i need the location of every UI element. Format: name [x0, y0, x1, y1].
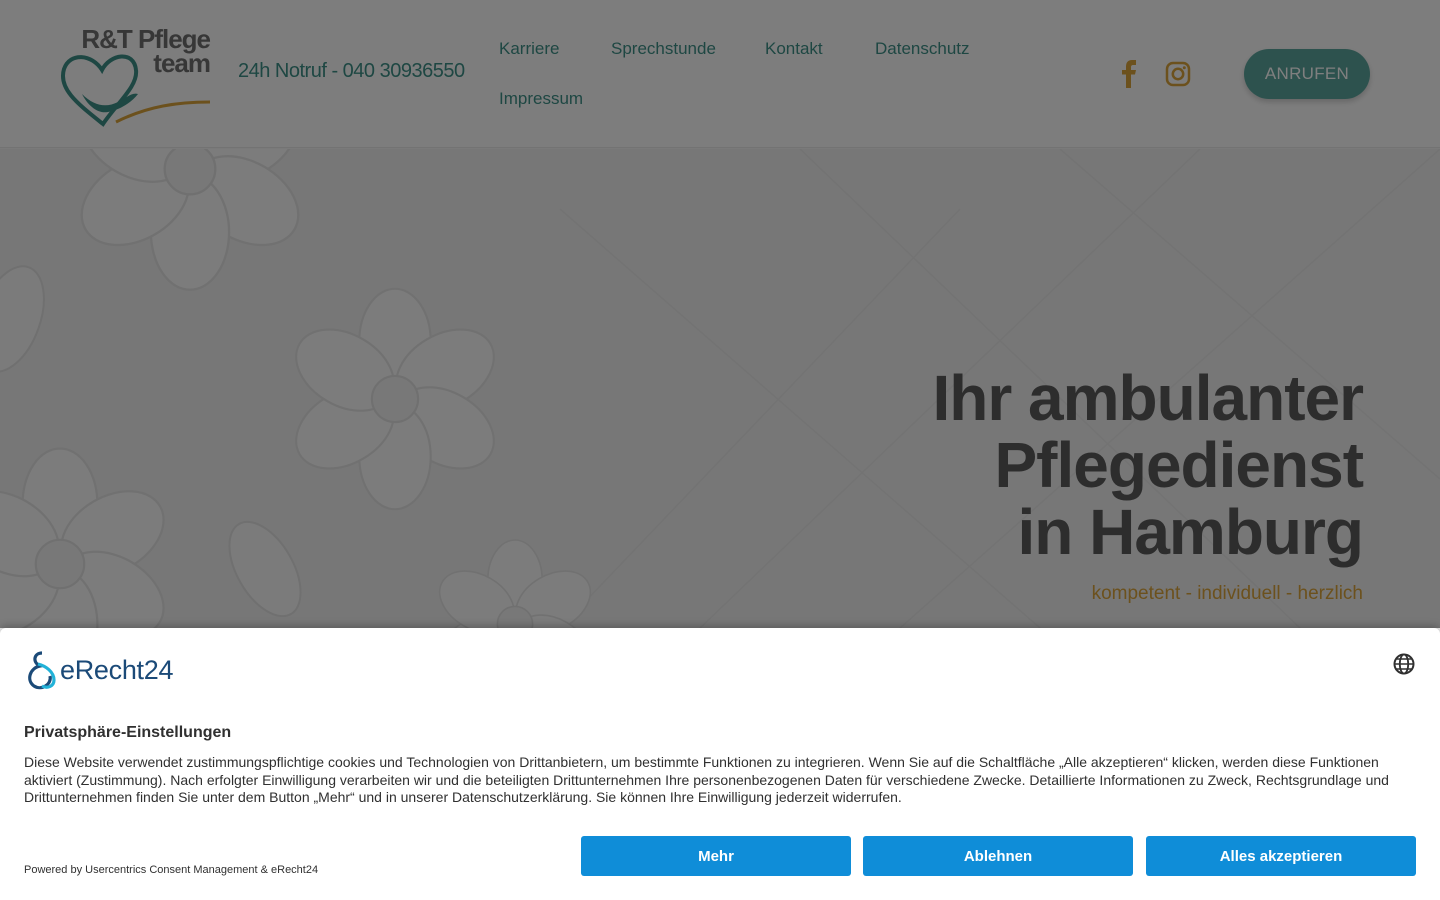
erecht24-symbol-icon [28, 651, 56, 690]
modal-backdrop [0, 0, 1440, 628]
cookie-consent-banner: eRecht24 Privatsphäre-Einstellungen Dies… [0, 628, 1440, 900]
consent-description: Diese Website verwendet zustimmungspflic… [24, 754, 1389, 805]
accept-all-button[interactable]: Alles akzeptieren [1146, 836, 1416, 876]
erecht24-wordmark: eRecht24 [60, 654, 174, 685]
consent-title: Privatsphäre-Einstellungen [24, 724, 232, 741]
powered-by-text: Powered by Usercentrics Consent Manageme… [24, 864, 319, 876]
language-globe-icon[interactable] [1392, 652, 1416, 676]
deny-button[interactable]: Ablehnen [863, 836, 1133, 876]
erecht24-logo: eRecht24 [24, 650, 173, 690]
more-button[interactable]: Mehr [581, 836, 851, 876]
